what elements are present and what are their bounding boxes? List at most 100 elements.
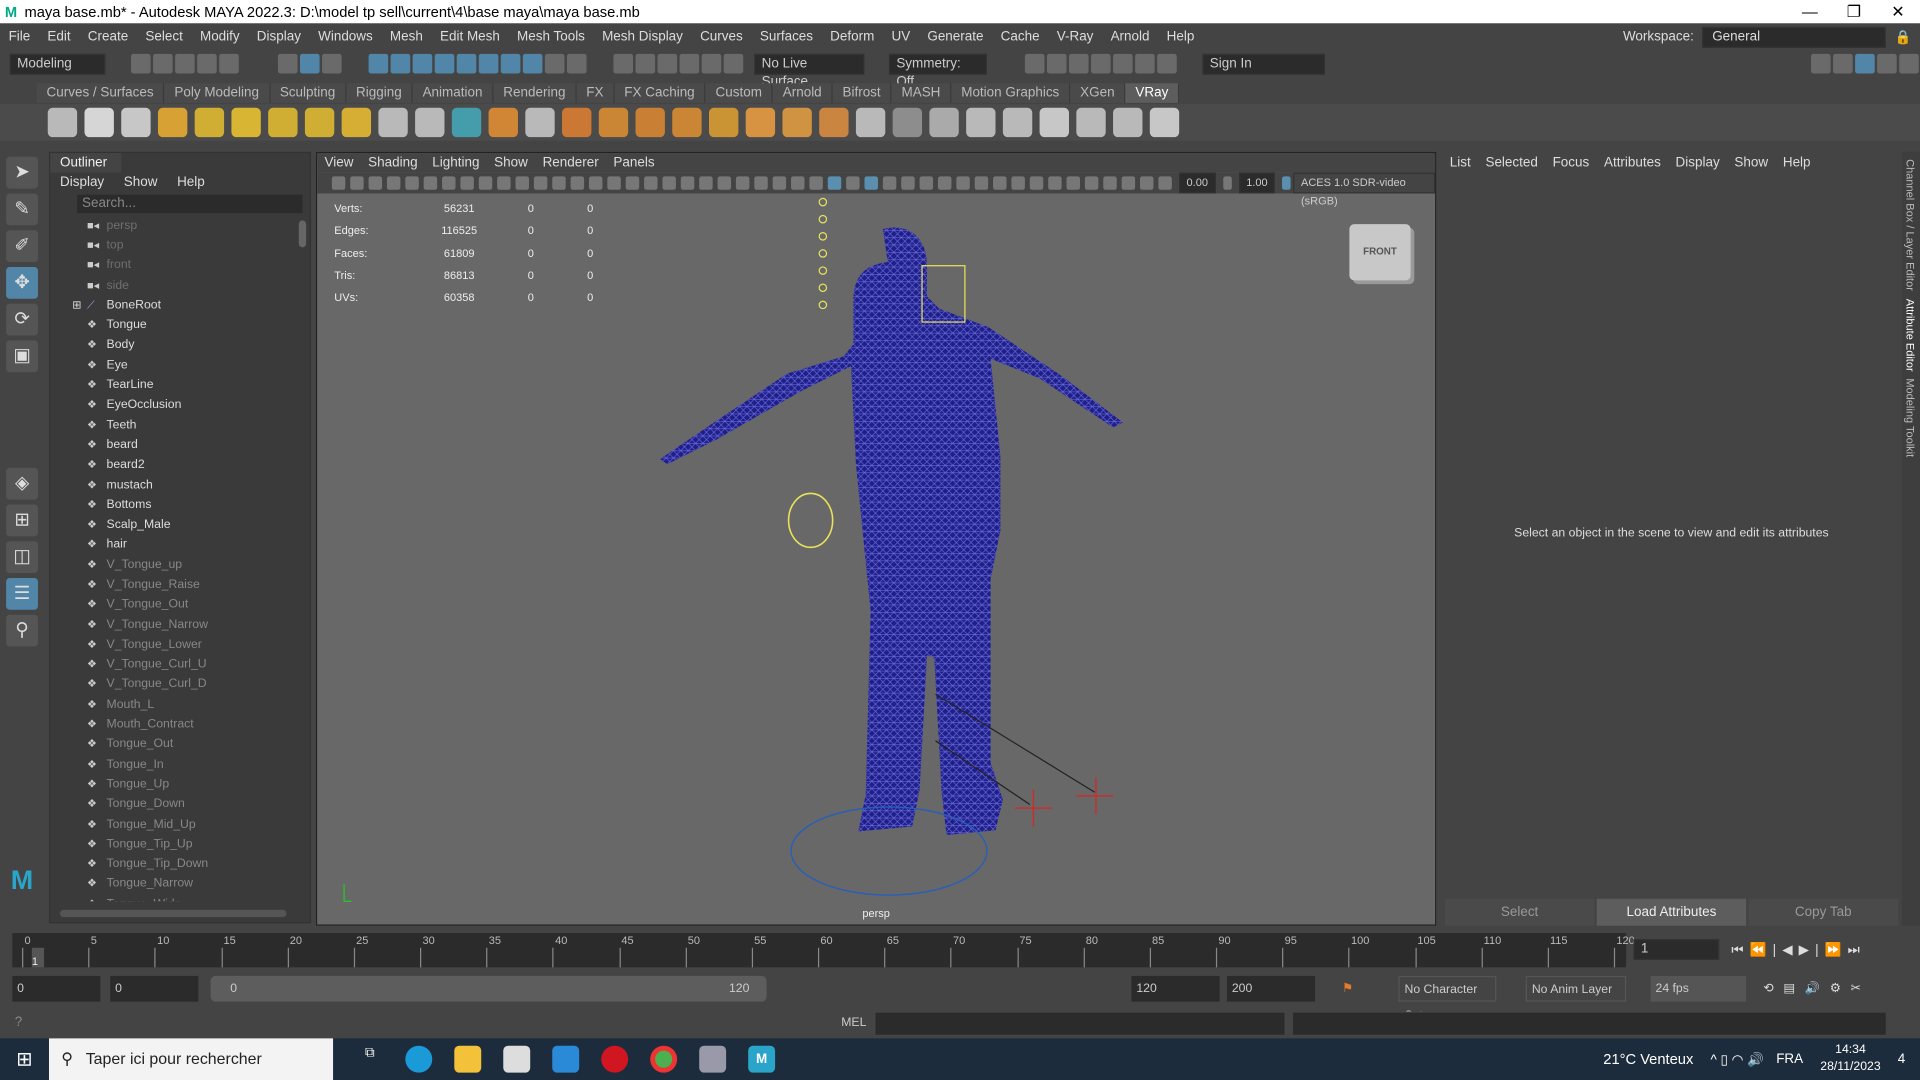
- shelf-tool-7-icon[interactable]: [304, 107, 335, 138]
- outliner-item-v-tongue-out[interactable]: ❖ V_Tongue_Out: [50, 595, 310, 615]
- outliner-item-mouth-contract[interactable]: ❖ Mouth_Contract: [50, 714, 310, 734]
- help-icon[interactable]: ?: [15, 1015, 23, 1030]
- layout-icon[interactable]: [1811, 53, 1831, 74]
- outliner-item-v-tongue-up[interactable]: ❖ V_Tongue_up: [50, 555, 310, 575]
- windows-start-icon[interactable]: ⊞: [0, 1047, 49, 1071]
- four-view-icon[interactable]: ⊞: [6, 504, 38, 537]
- ipr-icon[interactable]: [1068, 53, 1089, 74]
- outliner-item-bottoms[interactable]: ❖ Bottoms: [50, 495, 310, 515]
- menu-surfaces[interactable]: Surfaces: [751, 29, 821, 44]
- menu-mesh[interactable]: Mesh: [381, 29, 431, 44]
- snap-curve-icon[interactable]: [390, 53, 411, 74]
- shelf-tool-5-icon[interactable]: [231, 107, 261, 138]
- modeling-toolkit-tab[interactable]: Modeling Toolkit: [1904, 378, 1916, 457]
- attribute-menu-focus[interactable]: Focus: [1553, 156, 1590, 171]
- menu-generate[interactable]: Generate: [919, 29, 992, 44]
- open-scene-icon[interactable]: [153, 53, 173, 74]
- outliner-item-v-tongue-curl-u[interactable]: ❖ V_Tongue_Curl_U: [50, 655, 310, 675]
- shelf-tab-fx[interactable]: FX: [576, 83, 615, 103]
- clock[interactable]: 14:34 28/11/2023: [1820, 1042, 1880, 1076]
- snap-vertex-icon[interactable]: [478, 53, 499, 74]
- expand-icon[interactable]: ⊞: [72, 299, 81, 312]
- outliner-item-tongue[interactable]: ❖ Tongue: [50, 315, 310, 335]
- shelf-tool-12-icon[interactable]: [488, 107, 518, 138]
- menu-edit[interactable]: Edit: [39, 29, 79, 44]
- outliner-item-eye[interactable]: ❖ Eye: [50, 355, 310, 375]
- outliner-item-teeth[interactable]: ❖ Teeth: [50, 415, 310, 435]
- attribute-menu-attributes[interactable]: Attributes: [1604, 156, 1661, 171]
- menu-create[interactable]: Create: [79, 29, 137, 44]
- animation-end-field[interactable]: 200: [1226, 975, 1316, 1002]
- auto-key-icon[interactable]: ⚑: [1337, 976, 1354, 1002]
- outliner-menu-display[interactable]: Display: [60, 175, 104, 190]
- shelf-tool-26-icon[interactable]: [1002, 107, 1033, 138]
- file-explorer-icon[interactable]: [454, 1045, 482, 1073]
- shelf-tab-curves-surfaces[interactable]: Curves / Surfaces: [36, 83, 165, 103]
- shelf-tab-xgen[interactable]: XGen: [1070, 83, 1126, 103]
- shelf-tool-19-icon[interactable]: [745, 107, 776, 138]
- shelf-tool-28-icon[interactable]: [1076, 107, 1106, 138]
- range-slider[interactable]: 0 120: [210, 975, 767, 1002]
- outliner-item-v-tongue-narrow[interactable]: ❖ V_Tongue_Narrow: [50, 615, 310, 635]
- shelf-tab-bifrost[interactable]: Bifrost: [832, 83, 892, 103]
- shelf-tool-1-icon[interactable]: [84, 107, 114, 138]
- time-slider[interactable]: 0 5 10 15 20 25 30 35 40 45 50 55 60 65 70 75 80 85 90 95 10…: [12, 933, 1635, 968]
- magnet4-icon[interactable]: [679, 53, 700, 74]
- outliner-hscrollbar[interactable]: [60, 909, 287, 918]
- outliner-item-boneroot[interactable]: ⊞ ⟋ BoneRoot: [50, 295, 310, 315]
- menu-v-ray[interactable]: V-Ray: [1048, 29, 1102, 44]
- outliner-item-tongue-tip-up[interactable]: ❖ Tongue_Tip_Up: [50, 834, 310, 854]
- shelf-tab-fx-caching[interactable]: FX Caching: [614, 83, 706, 103]
- outliner-menu-show[interactable]: Show: [124, 175, 158, 190]
- shelf-tool-20-icon[interactable]: [782, 107, 812, 138]
- minimize-button[interactable]: —: [1788, 2, 1832, 20]
- shelf-tool-17-icon[interactable]: [672, 107, 702, 138]
- outliner-item-eyeocclusion[interactable]: ❖ EyeOcclusion: [50, 395, 310, 415]
- snap-help-icon[interactable]: [522, 53, 543, 74]
- anim-layer-dropdown[interactable]: No Anim Layer: [1525, 975, 1627, 1002]
- outliner-item-hair[interactable]: ❖ hair: [50, 535, 310, 555]
- edge-icon[interactable]: [405, 1045, 433, 1073]
- menu-help[interactable]: Help: [1158, 29, 1203, 44]
- render-seq-icon[interactable]: [1046, 53, 1067, 74]
- taskbar-search[interactable]: ⚲ Taper ici pour rechercher: [48, 1038, 334, 1080]
- menu-select[interactable]: Select: [137, 29, 192, 44]
- vray-icon[interactable]: [1135, 53, 1155, 74]
- shelf-tab-motion-graphics[interactable]: Motion Graphics: [951, 83, 1071, 103]
- tray-icons[interactable]: ^ ▯ ◠ 🔊: [1710, 1051, 1763, 1067]
- outliner-item-tongue-out[interactable]: ❖ Tongue_Out: [50, 734, 310, 754]
- shelf-tab-poly-modeling[interactable]: Poly Modeling: [164, 83, 271, 103]
- outliner-item-beard2[interactable]: ❖ beard2: [50, 455, 310, 475]
- snap-grid-icon[interactable]: [368, 53, 389, 74]
- attribute-menu-display[interactable]: Display: [1676, 156, 1720, 171]
- outliner-item-top[interactable]: ■◂ top: [50, 235, 310, 255]
- magnet5-icon[interactable]: [701, 53, 722, 74]
- shelf-tool-29-icon[interactable]: [1113, 107, 1143, 138]
- highlight-icon[interactable]: [566, 53, 587, 74]
- character-model[interactable]: [660, 227, 1123, 836]
- channel-box-tab[interactable]: Channel Box / Layer Editor: [1904, 159, 1916, 291]
- move-tool-icon[interactable]: ✥: [6, 266, 38, 299]
- snap-point-icon[interactable]: [412, 53, 433, 74]
- outliner-scrollbar[interactable]: [298, 220, 307, 248]
- outliner-item-v-tongue-raise[interactable]: ❖ V_Tongue_Raise: [50, 575, 310, 595]
- symmetry-dropdown[interactable]: Symmetry: Off: [888, 53, 987, 89]
- shelf-tool-0-icon[interactable]: [47, 107, 78, 138]
- weather[interactable]: 21°C Venteux: [1603, 1051, 1693, 1068]
- attribute-menu-list[interactable]: List: [1450, 156, 1471, 171]
- select-button[interactable]: Select: [1444, 898, 1595, 926]
- current-frame-field[interactable]: 1: [1633, 939, 1720, 961]
- current-time-indicator[interactable]: 1: [31, 947, 45, 968]
- playback-buttons[interactable]: ⏮⏪|◀▶|⏩⏭: [1731, 941, 1865, 958]
- shelf-tool-2-icon[interactable]: [121, 107, 151, 138]
- language-indicator[interactable]: FRA: [1776, 1052, 1803, 1067]
- menu-modify[interactable]: Modify: [191, 29, 248, 44]
- hypershade-icon[interactable]: [1113, 53, 1133, 74]
- undo-icon[interactable]: [197, 53, 217, 74]
- pause-icon[interactable]: [1157, 53, 1177, 74]
- shelf-tool-22-icon[interactable]: [855, 107, 886, 138]
- outliner-item-tongue-down[interactable]: ❖ Tongue_Down: [50, 794, 310, 814]
- command-input[interactable]: [875, 1012, 1285, 1035]
- shelf-tool-24-icon[interactable]: [929, 107, 959, 138]
- menu-arnold[interactable]: Arnold: [1102, 29, 1158, 44]
